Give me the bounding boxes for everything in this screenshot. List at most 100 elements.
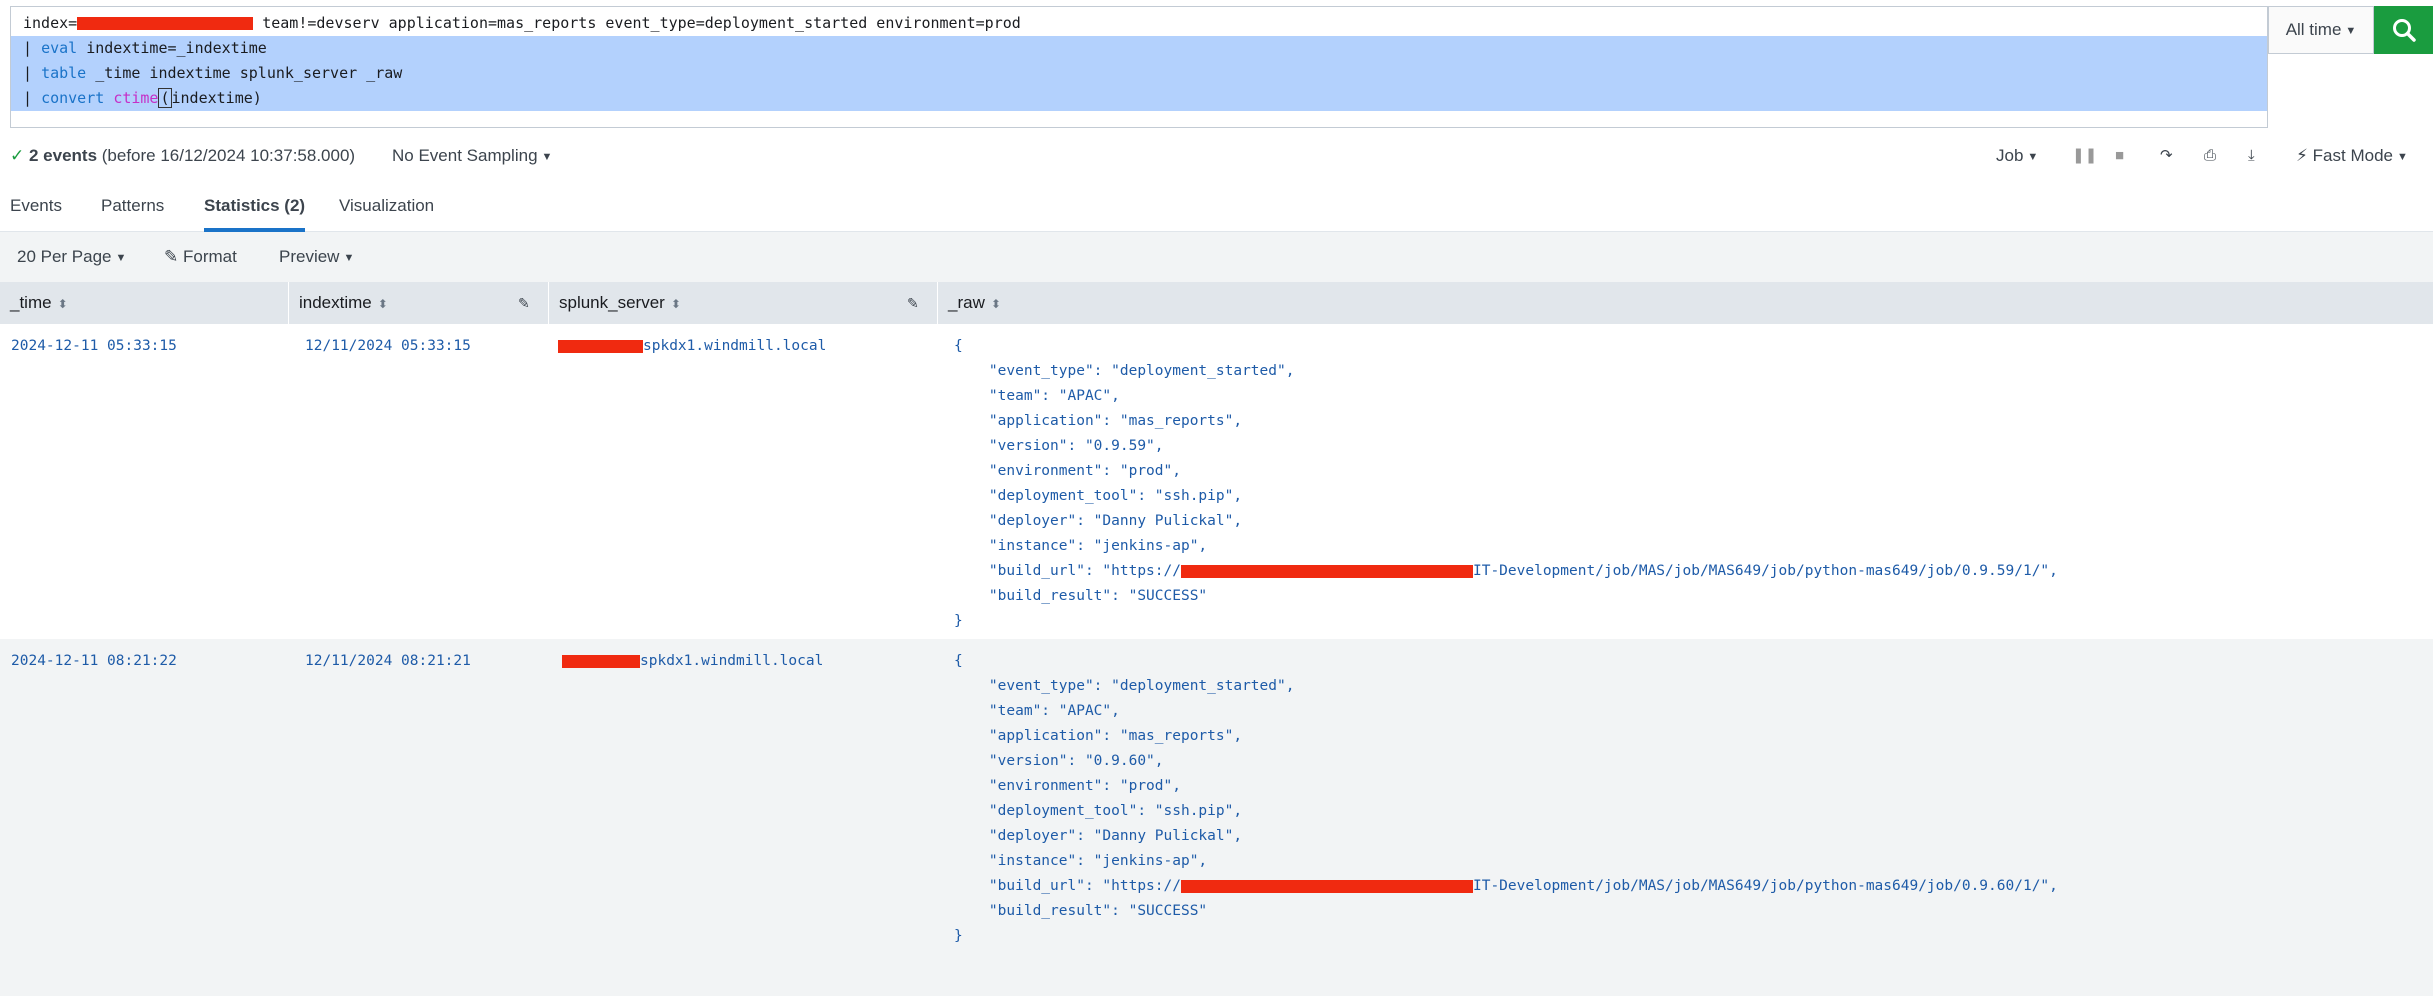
server-cell[interactable]: spkdx1.windmill.local [562, 649, 823, 674]
time-cell[interactable]: 2024-12-11 08:21:22 [11, 649, 177, 674]
table-footer [0, 954, 2433, 996]
redaction-block [1180, 564, 1473, 578]
event-sampling-dropdown[interactable]: No Event Sampling ▼ [392, 138, 552, 175]
caret-down-icon: ▼ [2027, 150, 2039, 163]
build-url-prefix: "build_url": "https:// [954, 878, 1181, 894]
table-fields: _time indextime splunk_server _raw [86, 64, 403, 82]
stop-icon[interactable]: ■ [2115, 138, 2124, 174]
tab-visualization[interactable]: Visualization [339, 182, 434, 232]
print-icon[interactable]: ⎙ [2204, 138, 2216, 174]
tab-patterns[interactable]: Patterns [101, 182, 164, 232]
column-header-time[interactable]: _time ⬍ [0, 282, 289, 324]
tab-events[interactable]: Events [10, 182, 62, 232]
job-status-bar: ✓ 2 events (before 16/12/2024 10:37:58.0… [0, 138, 2433, 174]
job-menu[interactable]: Job ▼ [1996, 138, 2038, 175]
convert-keyword: convert [41, 89, 105, 107]
mode-label: Fast Mode [2312, 146, 2393, 165]
column-header-indextime[interactable]: indextime ⬍ [289, 282, 549, 324]
search-mode-dropdown[interactable]: ⚡ Fast Mode ▼ [2296, 138, 2408, 175]
raw-line: { [954, 653, 963, 669]
preview-dropdown[interactable]: Preview ▼ [279, 232, 354, 283]
sort-icon: ⬍ [57, 297, 68, 311]
indextime-cell[interactable]: 12/11/2024 05:33:15 [305, 334, 471, 359]
server-cell[interactable]: spkdx1.windmill.local [558, 334, 826, 359]
raw-line: "instance": "jenkins-ap", [954, 853, 1208, 869]
server-name: spkdx1.windmill.local [643, 338, 827, 354]
raw-cell[interactable]: { "event_type": "deployment_started", "t… [954, 334, 2058, 634]
query-line-2[interactable]: | eval indextime=_indextime [11, 36, 2267, 61]
raw-line: "event_type": "deployment_started", [954, 678, 1295, 694]
time-range-picker[interactable]: All time ▼ [2268, 6, 2374, 54]
raw-line: } [954, 928, 963, 944]
edit-column-icon[interactable]: ✎ [518, 282, 530, 324]
column-label: splunk_server [559, 293, 665, 312]
server-name: spkdx1.windmill.local [640, 653, 824, 669]
raw-line: "version": "0.9.60", [954, 753, 1164, 769]
search-icon [2392, 19, 2416, 42]
pipe-char: | [23, 39, 42, 57]
raw-line: "application": "mas_reports", [954, 413, 1243, 429]
share-icon[interactable]: ↷ [2160, 138, 2173, 174]
table-header: _time ⬍ indextime ⬍ ✎ splunk_server ⬍ ✎ _ra… [0, 282, 2433, 324]
check-icon: ✓ [10, 146, 25, 165]
convert-argument: indextime) [171, 89, 262, 107]
raw-line: "environment": "prod", [954, 463, 1181, 479]
column-header-splunk-server[interactable]: splunk_server ⬍ [549, 282, 938, 324]
sampling-label: No Event Sampling [392, 146, 538, 165]
query-line-3[interactable]: | table _time indextime splunk_server _r… [11, 61, 2267, 86]
raw-line-build-url: "build_url": "https:// IT-Development/job… [954, 874, 2058, 899]
pipe-char: | [23, 89, 42, 107]
export-icon[interactable]: ⤓ [2248, 138, 2255, 174]
tab-statistics[interactable]: Statistics (2) [204, 182, 306, 232]
column-header-raw[interactable]: _raw ⬍ [938, 282, 2433, 324]
redaction-block [77, 17, 254, 30]
eval-keyword: eval [41, 39, 78, 57]
raw-line: } [954, 613, 963, 629]
per-page-dropdown[interactable]: 20 Per Page ▼ [17, 232, 126, 283]
table-row: 2024-12-11 08:21:22 12/11/2024 08:21:21 … [0, 639, 2433, 954]
search-button[interactable] [2374, 6, 2433, 54]
query-line-4[interactable]: | convert ctime(indextime) [11, 86, 2267, 111]
edit-column-icon[interactable]: ✎ [907, 282, 919, 324]
raw-line: "build_result": "SUCCESS" [954, 903, 1208, 919]
text-cursor: ( [158, 88, 172, 108]
table-controls: 20 Per Page ▼ ✎ Format Preview ▼ [0, 232, 2433, 282]
raw-cell[interactable]: { "event_type": "deployment_started", "t… [954, 649, 2058, 949]
raw-line-build-url: "build_url": "https:// IT-Development/job… [954, 559, 2058, 584]
sort-icon: ⬍ [670, 297, 681, 311]
sort-icon: ⬍ [990, 297, 1001, 311]
redaction-block [1180, 879, 1473, 893]
time-cell[interactable]: 2024-12-11 05:33:15 [11, 334, 177, 359]
raw-line: "event_type": "deployment_started", [954, 363, 1295, 379]
indextime-cell[interactable]: 12/11/2024 08:21:21 [305, 649, 471, 674]
preview-label: Preview [279, 247, 340, 266]
pause-icon[interactable]: ❚❚ [2072, 138, 2097, 174]
eval-expression: indextime=_indextime [77, 39, 267, 57]
caret-down-icon: ▼ [343, 251, 355, 264]
format-button[interactable]: ✎ Format [164, 232, 237, 282]
caret-down-icon: ▼ [2396, 150, 2408, 163]
results-tabs: Events Patterns Statistics (2) Visualiza… [0, 182, 2433, 232]
event-count-detail: (before 16/12/2024 10:37:58.000) [97, 146, 356, 165]
sort-icon: ⬍ [377, 297, 388, 311]
caret-down-icon: ▼ [541, 150, 553, 163]
pipe-char: | [23, 64, 42, 82]
column-label: indextime [299, 293, 372, 312]
raw-line: "deployer": "Danny Pulickal", [954, 513, 1243, 529]
query-index-text: index= [23, 14, 78, 32]
event-count: ✓ 2 events (before 16/12/2024 10:37:58.0… [10, 138, 355, 174]
raw-line: "team": "APAC", [954, 703, 1120, 719]
column-label: _time [10, 293, 52, 312]
raw-line: "environment": "prod", [954, 778, 1181, 794]
table-row: 2024-12-11 05:33:15 12/11/2024 05:33:15 … [0, 324, 2433, 639]
event-count-value: 2 events [28, 146, 98, 165]
build-url-prefix: "build_url": "https:// [954, 563, 1181, 579]
query-line-1[interactable]: index= team!=devserv application=mas_rep… [11, 11, 2267, 36]
raw-line: "deployment_tool": "ssh.pip", [954, 803, 1243, 819]
table-keyword: table [41, 64, 87, 82]
lightning-icon: ⚡ [2296, 146, 2308, 165]
search-query-editor[interactable]: index= team!=devserv application=mas_rep… [10, 6, 2268, 128]
redaction-block [562, 654, 640, 668]
build-url-tail: IT-Development/job/MAS/job/MAS649/job/py… [1472, 563, 2058, 579]
time-range-label: All time [2285, 20, 2342, 39]
